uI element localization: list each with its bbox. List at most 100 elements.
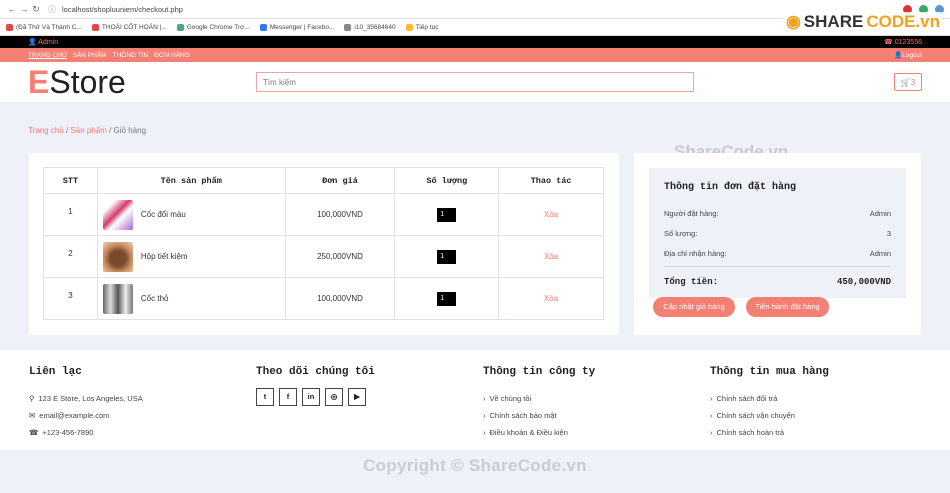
top-bar: 👤 Admin ☎ 0123556 (0, 36, 950, 48)
breadcrumb: Trang chủ / Sản phẩm / Giỏ hàng (28, 126, 147, 135)
back-icon[interactable]: ← (6, 4, 18, 14)
col-price: Đơn giá (284, 167, 396, 194)
total-label: Tổng tiền: (664, 277, 719, 287)
update-cart-button[interactable]: Cập nhật giỏ hàng (653, 297, 735, 317)
footer-phone[interactable]: +123-456-7890 (42, 428, 93, 437)
row-price: 100,000VND (284, 193, 396, 236)
youtube-icon[interactable]: ▶ (348, 388, 366, 406)
logout-link[interactable]: 👤Logout (894, 51, 922, 59)
linkedin-icon[interactable]: in (302, 388, 320, 406)
footer-email[interactable]: email@example.com (39, 411, 109, 420)
product-thumbnail[interactable] (102, 241, 133, 272)
col-action: Thao tác (498, 167, 604, 194)
quantity-input[interactable]: 1 (437, 249, 457, 264)
footer-link-label: Chính sách bảo mật (489, 411, 557, 420)
phone-icon: ☎ (29, 428, 39, 437)
copyright-watermark: Copyright © ShareCode.vn (363, 456, 587, 475)
order-summary: Thông tin đơn đặt hàng Người đặt hàng: Ad… (649, 168, 906, 298)
table-row: 1 Cốc đổi màu 100,000VND 1 Xóa (43, 193, 604, 236)
logout-label: Logout (902, 52, 922, 59)
footer-address: 123 E Store, Los Angeles, USA (38, 394, 143, 403)
product-thumbnail[interactable] (102, 199, 133, 230)
brand-post: CODE.vn (866, 12, 940, 31)
delete-link[interactable]: Xóa (544, 294, 558, 303)
site-footer: Liên lạc ⚲ 123 E Store, Los Angeles, USA … (0, 350, 950, 450)
footer-link[interactable]: › Về chúng tôi (483, 390, 595, 407)
footer-follow-title: Theo dõi chúng tôi (256, 366, 375, 378)
twitter-icon[interactable]: t (256, 388, 274, 406)
footer-link-label: Chính sách vận chuyển (716, 411, 795, 420)
quantity-input[interactable]: 1 (437, 291, 457, 306)
site-logo[interactable]: EStore (28, 64, 126, 101)
user-icon: 👤 (894, 52, 903, 59)
nav-info[interactable]: THÔNG TIN (113, 52, 149, 59)
instagram-icon[interactable]: ◎ (325, 388, 343, 406)
footer-link-label: Chính sách đổi trả (716, 394, 778, 403)
summary-title: Thông tin đơn đặt hàng (664, 182, 797, 193)
footer-company-title: Thông tin công ty (483, 366, 596, 378)
quantity-input[interactable]: 1 (437, 207, 457, 222)
footer-link[interactable]: › Chính sách vận chuyển (710, 407, 829, 424)
top-phone-label: 0123556 (894, 39, 922, 46)
footer-social: Theo dõi chúng tôi t f in ◎ ▶ (256, 366, 375, 406)
breadcrumb-products[interactable]: Sản phẩm (70, 126, 106, 135)
bookmark[interactable]: THOÁI CỐT HOÁN |... (91, 23, 167, 31)
search-input[interactable]: Tìm kiếm (256, 72, 694, 92)
table-row: 3 Cốc thỏ 100,000VND 1 Xóa (43, 277, 604, 320)
nav-orders[interactable]: ĐƠN HÀNG (154, 52, 190, 59)
delete-link[interactable]: Xóa (544, 252, 558, 261)
breadcrumb-home[interactable]: Trang chủ (28, 126, 64, 135)
product-name[interactable]: Hộp tiết kiệm (141, 252, 188, 261)
row-action: Xóa (498, 193, 604, 236)
bookmark-label: Google Chrome Trợ... (186, 23, 250, 31)
table-row: 2 Hộp tiết kiệm 250,000VND 1 Xóa (43, 235, 604, 278)
footer-company: Thông tin công ty › Về chúng tôi › Chính s… (483, 366, 595, 441)
order-summary-card: Thông tin đơn đặt hàng Người đặt hàng: Ad… (634, 153, 921, 335)
top-user-label: Admin (38, 39, 59, 46)
chevron-right-icon: › (483, 394, 486, 403)
nav-products[interactable]: SẢN PHẨM (73, 52, 107, 59)
map-marker-icon: ⚲ (29, 394, 35, 403)
footer-link[interactable]: › Chính sách đổi trả (710, 390, 829, 407)
bookmark[interactable]: Google Chrome Trợ... (176, 23, 250, 31)
address-label: Địa chỉ nhận hàng: (664, 248, 727, 258)
row-action: Xóa (498, 235, 604, 278)
footer-contact-title: Liên lạc (29, 366, 82, 378)
site-info-icon[interactable]: ⓘ (48, 4, 56, 15)
footer-link[interactable]: › Chính sách bảo mật (483, 407, 595, 424)
brand-pre: SHARE (803, 12, 864, 31)
logo-mark: E (28, 63, 50, 100)
bookmark-label: Tiếp tục (415, 23, 439, 31)
chevron-right-icon: › (710, 428, 713, 437)
col-qty: Số lượng (394, 167, 500, 194)
bookmark[interactable]: Tiếp tục (405, 23, 439, 31)
footer-link-label: Điều khoản & Điều kiện (489, 428, 568, 437)
footer-link[interactable]: › Chính sách hoàn trả (710, 424, 829, 441)
footer-link[interactable]: › Điều khoản & Điều kiện (483, 424, 595, 441)
cart-button[interactable]: 🛒3 (894, 73, 922, 91)
bookmark[interactable]: (Đã Thử Và Thành C... (6, 23, 82, 31)
product-name[interactable]: Cốc đổi màu (141, 210, 186, 219)
row-stt: 3 (43, 277, 98, 320)
row-action: Xóa (498, 277, 604, 320)
top-user[interactable]: 👤 Admin (28, 38, 58, 46)
row-qty: 1 (394, 277, 500, 320)
product-thumbnail[interactable] (102, 283, 133, 314)
qty-value: 3 (886, 228, 891, 238)
bookmark[interactable]: i10_35684640 (344, 23, 396, 31)
cart-card: STT Tên sản phẩm Đơn giá Số lượng Thao t… (29, 153, 619, 335)
row-stt: 1 (43, 193, 98, 236)
reload-icon[interactable]: ↻ (30, 4, 42, 15)
product-name[interactable]: Cốc thỏ (141, 294, 169, 303)
address-bar[interactable]: localhost/shopluuniem/checkout.php (62, 5, 183, 14)
checkout-button[interactable]: Tiến hành đặt hàng (746, 297, 829, 317)
footer-purchase: Thông tin mua hàng › Chính sách đổi trả ›… (710, 366, 829, 441)
nav-home[interactable]: TRANG CHỦ (28, 52, 67, 59)
footer-purchase-title: Thông tin mua hàng (710, 366, 829, 378)
facebook-icon[interactable]: f (279, 388, 297, 406)
bookmark[interactable]: Messenger | Facebo... (259, 23, 334, 31)
footer-link-label: Về chúng tôi (489, 394, 532, 403)
orderer-value: Admin (869, 208, 891, 218)
forward-icon[interactable]: → (18, 4, 30, 14)
delete-link[interactable]: Xóa (544, 210, 558, 219)
